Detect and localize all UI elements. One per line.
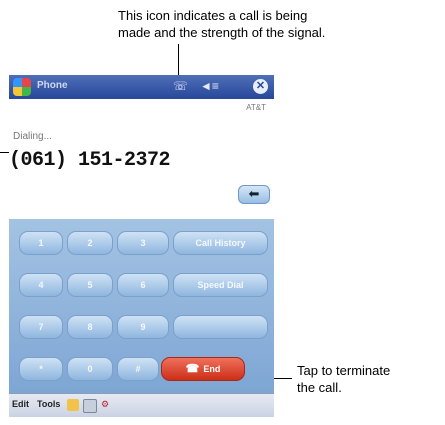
phone-handset-icon: ☎ — [185, 363, 200, 375]
callout-line: made and the strength of the signal. — [118, 25, 326, 40]
callout-line: This icon indicates a call is being — [118, 8, 308, 23]
key-label: # — [135, 364, 141, 374]
callout-line: the call. — [297, 380, 342, 395]
key-label: 1 — [38, 238, 44, 248]
call-signal-icon: ☏ — [173, 79, 189, 93]
key-label: 6 — [140, 280, 146, 290]
key-2[interactable]: 2 — [67, 231, 113, 255]
key-label: Call History — [195, 238, 246, 248]
key-label: 7 — [38, 322, 44, 332]
key-label: 0 — [87, 364, 93, 374]
key-9[interactable]: 9 — [117, 315, 169, 339]
key-label: 3 — [140, 238, 146, 248]
dial-keypad: 1 2 3 Call History 4 5 6 Speed Dial 7 8 … — [9, 219, 274, 393]
phone-screen: Phone ☏ ◄≡ ✕ AT&T Dialing... (061) 151-2… — [9, 75, 274, 417]
close-icon[interactable]: ✕ — [253, 79, 268, 94]
key-label: 4 — [38, 280, 44, 290]
end-call-button[interactable]: ☎ End — [161, 357, 245, 381]
key-8[interactable]: 8 — [67, 315, 113, 339]
contacts-icon[interactable] — [83, 399, 97, 413]
menu-tools[interactable]: Tools — [37, 399, 60, 409]
callout-end-call: Tap to terminate the call. — [297, 362, 445, 396]
call-history-button[interactable]: Call History — [173, 231, 268, 255]
title-bar: Phone ☏ ◄≡ ✕ — [9, 75, 274, 99]
key-label: 5 — [87, 280, 93, 290]
key-star[interactable]: * — [19, 357, 63, 381]
key-4[interactable]: 4 — [19, 273, 63, 297]
app-title: Phone — [37, 80, 68, 91]
key-6[interactable]: 6 — [117, 273, 169, 297]
callout-line: Tap to terminate — [297, 363, 391, 378]
key-5[interactable]: 5 — [67, 273, 113, 297]
key-label: * — [39, 364, 43, 374]
blank-key[interactable] — [173, 315, 268, 339]
folder-icon[interactable] — [67, 399, 79, 411]
key-label: Speed Dial — [197, 280, 244, 290]
start-menu-icon[interactable] — [13, 78, 31, 96]
key-label: 8 — [87, 322, 93, 332]
key-1[interactable]: 1 — [19, 231, 63, 255]
menu-bar: Edit Tools ⚙ — [9, 393, 274, 417]
key-3[interactable]: 3 — [117, 231, 169, 255]
call-info-panel: AT&T Dialing... (061) 151-2372 — [9, 99, 274, 219]
speaker-icon[interactable]: ◄≡ — [200, 79, 219, 93]
input-panel-icon[interactable]: ⚙ — [101, 399, 113, 411]
key-7[interactable]: 7 — [19, 315, 63, 339]
key-label: 9 — [140, 322, 146, 332]
dialed-number: (061) 151-2372 — [9, 149, 171, 172]
key-label: End — [203, 364, 221, 374]
menu-edit[interactable]: Edit — [12, 399, 29, 409]
speed-dial-button[interactable]: Speed Dial — [173, 273, 268, 297]
backspace-icon: ⬅ — [248, 186, 260, 201]
backspace-button[interactable]: ⬅ — [238, 185, 270, 204]
call-status: Dialing... — [13, 131, 52, 142]
callout-call-indicator: This icon indicates a call is being made… — [118, 7, 438, 41]
key-0[interactable]: 0 — [67, 357, 113, 381]
key-hash[interactable]: # — [117, 357, 159, 381]
carrier-label: AT&T — [246, 103, 266, 112]
key-label: 2 — [87, 238, 93, 248]
